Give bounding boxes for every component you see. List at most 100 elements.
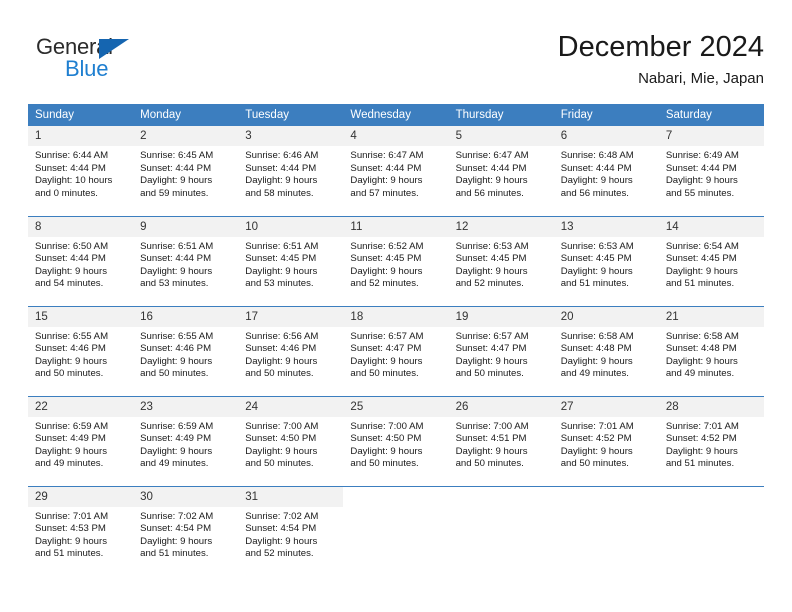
page-title: December 2024 xyxy=(557,31,764,63)
calendar-day-cell[interactable]: 8 Sunrise: 6:50 AM Sunset: 4:44 PM Daylight… xyxy=(28,215,134,306)
day-number: 2 xyxy=(133,126,239,146)
logo-word-blue: Blue xyxy=(65,56,109,81)
daylight-text-line1: Daylight: 9 hours xyxy=(140,265,213,277)
day-number: 22 xyxy=(28,396,134,417)
sunrise-text: Sunrise: 6:48 AM xyxy=(560,150,634,161)
calendar-day-cell[interactable]: 15 Sunrise: 6:55 AM Sunset: 4:46 PM Dayligh… xyxy=(28,305,134,396)
calendar-day-cell[interactable]: 4 Sunrise: 6:47 AM Sunset: 4:44 PM Daylight… xyxy=(343,126,449,216)
daylight-text-line2: and 50 minutes. xyxy=(245,368,314,380)
general-blue-logo[interactable]: General Blue xyxy=(36,34,166,90)
daylight-text-line1: Daylight: 9 hours xyxy=(35,265,107,277)
day-number xyxy=(659,487,764,507)
sunset-text: Sunset: 4:44 PM xyxy=(560,162,632,174)
daylight-text-line1: Daylight: 9 hours xyxy=(245,535,318,547)
sunset-text: Sunset: 4:52 PM xyxy=(560,433,632,445)
calendar-day-cell[interactable]: 21 Sunrise: 6:58 AM Sunset: 4:48 PM Dayligh… xyxy=(658,305,764,396)
calendar-day-cell[interactable]: 19 Sunrise: 6:57 AM Sunset: 4:47 PM Dayligh… xyxy=(448,305,554,396)
calendar-day-cell[interactable]: 29 Sunrise: 7:01 AM Sunset: 4:53 PM Dayligh… xyxy=(28,485,134,576)
day-sun-info: Sunrise: 6:44 AM Sunset: 4:44 PM Daylight:… xyxy=(28,146,133,200)
daylight-text-line2: and 49 minutes. xyxy=(665,368,735,380)
calendar-day-cell[interactable]: 6 Sunrise: 6:48 AM Sunset: 4:44 PM Daylight… xyxy=(553,126,659,216)
daylight-text-line2: and 50 minutes. xyxy=(140,368,209,380)
day-number: 8 xyxy=(28,216,134,237)
calendar-day-cell[interactable]: 26 Sunrise: 7:00 AM Sunset: 4:51 PM Dayligh… xyxy=(448,395,554,486)
day-sun-info: Sunrise: 6:51 AM Sunset: 4:45 PM Daylight:… xyxy=(238,237,343,291)
sunset-text: Sunset: 4:47 PM xyxy=(455,343,527,355)
calendar-day-cell[interactable]: 27 Sunrise: 7:01 AM Sunset: 4:52 PM Dayligh… xyxy=(553,395,659,486)
day-number: 27 xyxy=(553,396,659,417)
daylight-text-line2: and 50 minutes. xyxy=(560,458,629,470)
sunrise-text: Sunrise: 7:00 AM xyxy=(455,420,529,432)
calendar-day-cell[interactable]: 20 Sunrise: 6:58 AM Sunset: 4:48 PM Dayligh… xyxy=(553,305,659,396)
calendar-empty-cell xyxy=(553,485,659,576)
day-sun-info: Sunrise: 6:54 AM Sunset: 4:45 PM Daylight:… xyxy=(659,237,764,291)
weekday-header-thursday: Thursday xyxy=(448,104,554,126)
calendar-day-cell[interactable]: 31 Sunrise: 7:02 AM Sunset: 4:54 PM Dayligh… xyxy=(238,485,344,576)
sunset-text: Sunset: 4:46 PM xyxy=(35,343,106,355)
day-sun-info: Sunrise: 6:59 AM Sunset: 4:49 PM Daylight:… xyxy=(133,417,238,471)
daylight-text-line1: Daylight: 9 hours xyxy=(560,265,633,277)
day-sun-info: Sunrise: 6:57 AM Sunset: 4:47 PM Daylight:… xyxy=(343,327,448,381)
day-number: 5 xyxy=(448,126,554,146)
sunset-text: Sunset: 4:44 PM xyxy=(140,253,212,265)
day-sun-info: Sunrise: 7:02 AM Sunset: 4:54 PM Daylight:… xyxy=(133,507,238,561)
day-sun-info: Sunrise: 6:47 AM Sunset: 4:44 PM Daylight:… xyxy=(343,146,448,200)
daylight-text-line1: Daylight: 9 hours xyxy=(560,175,633,187)
calendar-day-cell[interactable]: 22 Sunrise: 6:59 AM Sunset: 4:49 PM Dayligh… xyxy=(28,395,134,486)
weekday-header-friday: Friday xyxy=(553,104,659,126)
calendar-day-cell[interactable]: 5 Sunrise: 6:47 AM Sunset: 4:44 PM Daylight… xyxy=(448,126,554,216)
sunset-text: Sunset: 4:44 PM xyxy=(350,162,422,174)
daylight-text-line1: Daylight: 9 hours xyxy=(245,175,318,187)
sunrise-text: Sunrise: 6:54 AM xyxy=(665,240,739,252)
day-sun-info: Sunrise: 6:45 AM Sunset: 4:44 PM Daylight:… xyxy=(133,146,238,200)
calendar-day-cell[interactable]: 2 Sunrise: 6:45 AM Sunset: 4:44 PM Daylight… xyxy=(133,126,239,216)
calendar-empty-cell xyxy=(658,485,764,576)
sunrise-text: Sunrise: 6:55 AM xyxy=(140,330,214,342)
daylight-text-line2: and 52 minutes. xyxy=(350,278,419,290)
daylight-text-line1: Daylight: 9 hours xyxy=(350,175,423,187)
calendar-day-cell[interactable]: 13 Sunrise: 6:53 AM Sunset: 4:45 PM Dayligh… xyxy=(553,215,659,306)
calendar-day-cell[interactable]: 9 Sunrise: 6:51 AM Sunset: 4:44 PM Daylight… xyxy=(133,215,239,306)
calendar-day-cell[interactable]: 28 Sunrise: 7:01 AM Sunset: 4:52 PM Dayligh… xyxy=(658,395,764,486)
day-number: 21 xyxy=(658,306,764,327)
sunset-text: Sunset: 4:44 PM xyxy=(140,162,212,174)
sunset-text: Sunset: 4:46 PM xyxy=(245,343,317,355)
calendar-day-cell[interactable]: 3 Sunrise: 6:46 AM Sunset: 4:44 PM Daylight… xyxy=(238,126,344,216)
daylight-text-line2: and 51 minutes. xyxy=(560,278,629,290)
daylight-text-line1: Daylight: 9 hours xyxy=(350,265,423,277)
day-number: 4 xyxy=(343,126,449,146)
day-number: 29 xyxy=(28,486,134,507)
daylight-text-line1: Daylight: 9 hours xyxy=(245,355,318,367)
calendar-day-cell[interactable]: 16 Sunrise: 6:55 AM Sunset: 4:46 PM Dayligh… xyxy=(133,305,239,396)
sunset-text: Sunset: 4:49 PM xyxy=(140,433,212,445)
day-sun-info: Sunrise: 6:50 AM Sunset: 4:44 PM Daylight:… xyxy=(28,237,133,291)
calendar-day-cell[interactable]: 10 Sunrise: 6:51 AM Sunset: 4:45 PM Dayligh… xyxy=(238,215,344,306)
day-number: 9 xyxy=(133,216,239,237)
calendar-day-cell[interactable]: 24 Sunrise: 7:00 AM Sunset: 4:50 PM Dayligh… xyxy=(238,395,344,486)
day-sun-info: Sunrise: 7:02 AM Sunset: 4:54 PM Daylight:… xyxy=(238,507,343,561)
sunset-text: Sunset: 4:53 PM xyxy=(35,523,106,535)
daylight-text-line2: and 52 minutes. xyxy=(455,278,524,290)
daylight-text-line2: and 50 minutes. xyxy=(35,368,104,380)
calendar-day-cell[interactable]: 30 Sunrise: 7:02 AM Sunset: 4:54 PM Dayligh… xyxy=(133,485,239,576)
calendar-day-cell[interactable]: 1 Sunrise: 6:44 AM Sunset: 4:44 PM Daylight… xyxy=(28,126,134,216)
sunset-text: Sunset: 4:45 PM xyxy=(665,253,737,265)
weekday-header-tuesday: Tuesday xyxy=(238,104,344,126)
calendar-day-cell[interactable]: 14 Sunrise: 6:54 AM Sunset: 4:45 PM Dayligh… xyxy=(658,215,764,306)
calendar-day-cell[interactable]: 11 Sunrise: 6:52 AM Sunset: 4:45 PM Dayligh… xyxy=(343,215,449,306)
calendar-day-cell[interactable]: 17 Sunrise: 6:56 AM Sunset: 4:46 PM Dayligh… xyxy=(238,305,344,396)
calendar-week-row: 1 Sunrise: 6:44 AM Sunset: 4:44 PM Daylight… xyxy=(28,126,764,216)
calendar-day-cell[interactable]: 12 Sunrise: 6:53 AM Sunset: 4:45 PM Dayligh… xyxy=(448,215,554,306)
daylight-text-line1: Daylight: 9 hours xyxy=(560,445,633,457)
daylight-text-line2: and 51 minutes. xyxy=(665,278,735,290)
daylight-text-line1: Daylight: 9 hours xyxy=(140,175,213,187)
daylight-text-line2: and 51 minutes. xyxy=(665,458,735,470)
daylight-text-line2: and 49 minutes. xyxy=(140,458,209,470)
day-sun-info: Sunrise: 7:00 AM Sunset: 4:50 PM Daylight:… xyxy=(238,417,343,471)
daylight-text-line2: and 56 minutes. xyxy=(455,187,524,199)
calendar-day-cell[interactable]: 23 Sunrise: 6:59 AM Sunset: 4:49 PM Dayligh… xyxy=(133,395,239,486)
calendar-day-cell[interactable]: 7 Sunrise: 6:49 AM Sunset: 4:44 PM Daylight… xyxy=(658,126,764,216)
calendar-header-row: Sunday Monday Tuesday Wednesday Thursday… xyxy=(28,104,764,126)
calendar-day-cell[interactable]: 25 Sunrise: 7:00 AM Sunset: 4:50 PM Dayligh… xyxy=(343,395,449,486)
calendar-day-cell[interactable]: 18 Sunrise: 6:57 AM Sunset: 4:47 PM Dayligh… xyxy=(343,305,449,396)
